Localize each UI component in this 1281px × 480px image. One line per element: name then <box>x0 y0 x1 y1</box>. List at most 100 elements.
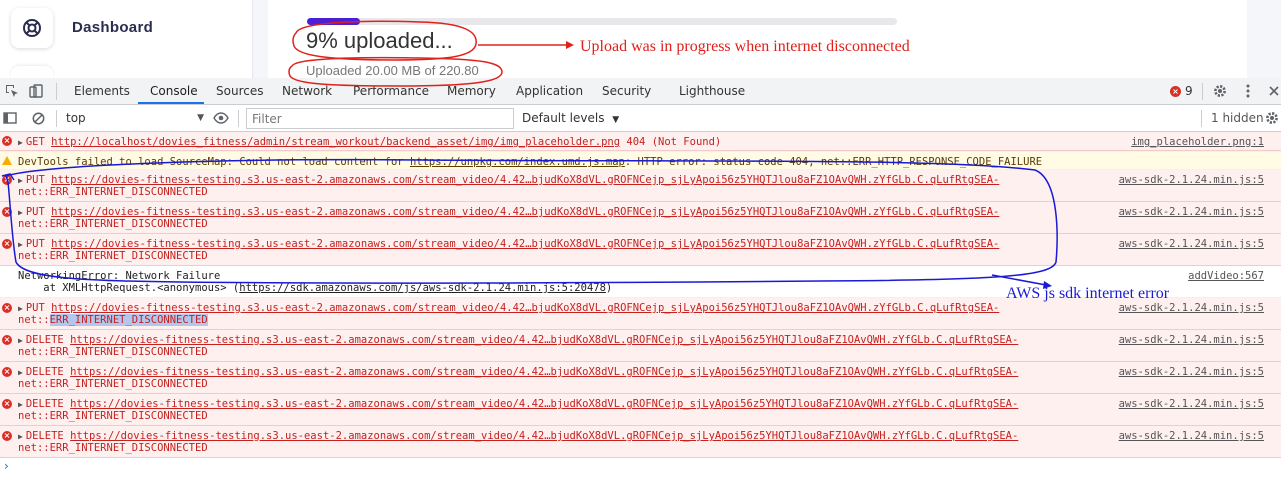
expand-triangle-icon[interactable]: ▶ <box>18 432 23 441</box>
console-prompt-row[interactable]: › <box>0 458 1281 478</box>
console-message-error[interactable]: × ▶ DELETE https://dovies-fitness-testing… <box>0 394 1281 426</box>
tab-elements[interactable]: Elements <box>74 84 130 98</box>
more-options-icon[interactable] <box>1240 83 1256 99</box>
request-url-link[interactable]: https://dovies-fitness-testing.s3.us-eas… <box>51 174 999 186</box>
warning-tail: : HTTP error: status code 404, net::ERR_… <box>624 156 1043 168</box>
source-link[interactable]: aws-sdk-2.1.24.min.js:5 <box>1119 398 1264 410</box>
hidden-count[interactable]: 1 hidden <box>1211 111 1264 125</box>
request-method: PUT <box>25 302 45 314</box>
error-icon: × <box>2 399 12 409</box>
console-message-error[interactable]: × ▶ PUT https://dovies-fitness-testing.s3… <box>0 202 1281 234</box>
settings-gear-icon[interactable] <box>1212 83 1228 99</box>
context-value: top <box>66 111 86 125</box>
request-method: DELETE <box>25 398 64 410</box>
active-tab-indicator <box>138 102 204 104</box>
error-icon: × <box>1170 85 1181 97</box>
console-message-error[interactable]: × ▶ DELETE https://dovies-fitness-testing… <box>0 426 1281 458</box>
request-url-link[interactable]: https://dovies-fitness-testing.s3.us-eas… <box>70 398 1018 410</box>
request-url-link[interactable]: https://dovies-fitness-testing.s3.us-eas… <box>70 334 1018 346</box>
clear-console-icon[interactable] <box>30 110 46 126</box>
request-url-link[interactable]: https://dovies-fitness-testing.s3.us-eas… <box>51 206 999 218</box>
expand-triangle-icon[interactable]: ▶ <box>18 336 23 345</box>
annotation-note-red: Upload was in progress when internet dis… <box>580 38 910 55</box>
error-code: net::ERR_INTERNET_DISCONNECTED <box>18 346 208 358</box>
annotation-note-blue: AWS js sdk internet error <box>1006 285 1170 302</box>
request-url-link[interactable]: https://dovies-fitness-testing.s3.us-eas… <box>51 238 999 250</box>
request-method: PUT <box>25 238 45 250</box>
console-message-error[interactable]: × ▶ GET http://localhost/dovies_fitness/a… <box>0 132 1281 151</box>
upload-progress-fill <box>307 18 361 25</box>
close-devtools-icon[interactable] <box>1266 83 1281 99</box>
console-message-warning[interactable]: DevTools failed to load SourceMap: Could… <box>0 151 1281 170</box>
tab-lighthouse[interactable]: Lighthouse <box>679 84 745 98</box>
sidebar: Dashboard <box>0 0 253 78</box>
source-link[interactable]: aws-sdk-2.1.24.min.js:5 <box>1119 206 1264 218</box>
source-link[interactable]: aws-sdk-2.1.24.min.js:5 <box>1119 334 1264 346</box>
dashboard-nav-button[interactable] <box>11 8 53 48</box>
console-settings-gear-icon[interactable] <box>1264 110 1280 126</box>
request-method: DELETE <box>25 366 64 378</box>
stack-frame-link[interactable]: https://sdk.amazonaws.com/js/aws-sdk-2.1… <box>239 282 606 294</box>
tab-performance[interactable]: Performance <box>353 84 429 98</box>
status-text: 404 (Not Found) <box>626 136 722 148</box>
source-link[interactable]: aws-sdk-2.1.24.min.js:5 <box>1119 238 1264 250</box>
expand-triangle-icon[interactable]: ▶ <box>18 240 23 249</box>
tab-memory[interactable]: Memory <box>447 84 496 98</box>
error-code: net::ERR_INTERNET_DISCONNECTED <box>18 250 208 262</box>
sidebar-item-next[interactable] <box>11 66 53 78</box>
context-selector[interactable]: top ▼ <box>64 109 204 128</box>
tab-sources[interactable]: Sources <box>216 84 263 98</box>
warning-icon <box>2 156 12 165</box>
request-method: DELETE <box>25 430 64 442</box>
device-toolbar-icon[interactable] <box>28 83 44 99</box>
source-link[interactable]: aws-sdk-2.1.24.min.js:5 <box>1119 302 1264 314</box>
expand-triangle-icon[interactable]: ▶ <box>18 368 23 377</box>
error-icon: × <box>2 239 12 249</box>
error-icon: × <box>2 367 12 377</box>
networking-error-text: NetworkingError: Network Failure <box>18 270 221 282</box>
tab-application[interactable]: Application <box>516 84 583 98</box>
error-code: net::ERR_INTERNET_DISCONNECTED <box>18 218 208 230</box>
eye-icon[interactable] <box>213 110 229 126</box>
console-messages: × ▶ GET http://localhost/dovies_fitness/a… <box>0 132 1281 480</box>
lifebuoy-icon <box>23 19 41 37</box>
source-link[interactable]: aws-sdk-2.1.24.min.js:5 <box>1119 366 1264 378</box>
error-code: net::ERR_INTERNET_DISCONNECTED <box>18 186 208 198</box>
console-message-error[interactable]: × ▶ PUT https://dovies-fitness-testing.s3… <box>0 234 1281 266</box>
source-link[interactable]: aws-sdk-2.1.24.min.js:5 <box>1119 430 1264 442</box>
tab-network[interactable]: Network <box>282 84 332 98</box>
sidebar-item-dashboard[interactable]: Dashboard <box>72 19 153 36</box>
error-code: net::ERR_INTERNET_DISCONNECTED <box>18 378 208 390</box>
console-message-error[interactable]: × ▶ PUT https://dovies-fitness-testing.s3… <box>0 170 1281 202</box>
expand-triangle-icon[interactable]: ▶ <box>18 304 23 313</box>
error-count-badge[interactable]: × 9 <box>1170 84 1193 98</box>
source-link[interactable]: aws-sdk-2.1.24.min.js:5 <box>1119 174 1264 186</box>
sourcemap-url-link[interactable]: https://unpkg.com/index.umd.js.map <box>410 156 625 168</box>
request-url-link[interactable]: http://localhost/dovies_fitness/admin/st… <box>51 136 620 148</box>
filter-input[interactable] <box>246 108 514 129</box>
request-method: PUT <box>25 174 45 186</box>
error-icon: × <box>2 207 12 217</box>
log-levels-label: Default levels <box>522 111 605 125</box>
error-icon: × <box>2 136 12 146</box>
tab-console[interactable]: Console <box>150 84 198 98</box>
error-count: 9 <box>1185 84 1193 98</box>
sidebar-toggle-icon[interactable] <box>2 110 18 126</box>
request-method: DELETE <box>25 334 64 346</box>
source-link[interactable]: img_placeholder.png:1 <box>1131 136 1264 148</box>
tab-security[interactable]: Security <box>602 84 651 98</box>
console-message-error[interactable]: × ▶ DELETE https://dovies-fitness-testing… <box>0 362 1281 394</box>
log-levels-dropdown[interactable]: Default levels ▼ <box>522 111 619 125</box>
request-url-link[interactable]: https://dovies-fitness-testing.s3.us-eas… <box>70 366 1018 378</box>
expand-triangle-icon[interactable]: ▶ <box>18 400 23 409</box>
source-link[interactable]: addVideo:567 <box>1188 270 1264 282</box>
inspect-element-icon[interactable] <box>4 83 20 99</box>
expand-triangle-icon[interactable]: ▶ <box>18 176 23 185</box>
console-message-error[interactable]: × ▶ DELETE https://dovies-fitness-testing… <box>0 330 1281 362</box>
request-url-link[interactable]: https://dovies-fitness-testing.s3.us-eas… <box>51 302 999 314</box>
selected-error-code: ERR_INTERNET_DISCONNECTED <box>49 314 208 326</box>
expand-triangle-icon[interactable]: ▶ <box>18 208 23 217</box>
expand-triangle-icon[interactable]: ▶ <box>18 138 23 147</box>
request-url-link[interactable]: https://dovies-fitness-testing.s3.us-eas… <box>70 430 1018 442</box>
warning-text: DevTools failed to load SourceMap: Could… <box>18 156 410 168</box>
